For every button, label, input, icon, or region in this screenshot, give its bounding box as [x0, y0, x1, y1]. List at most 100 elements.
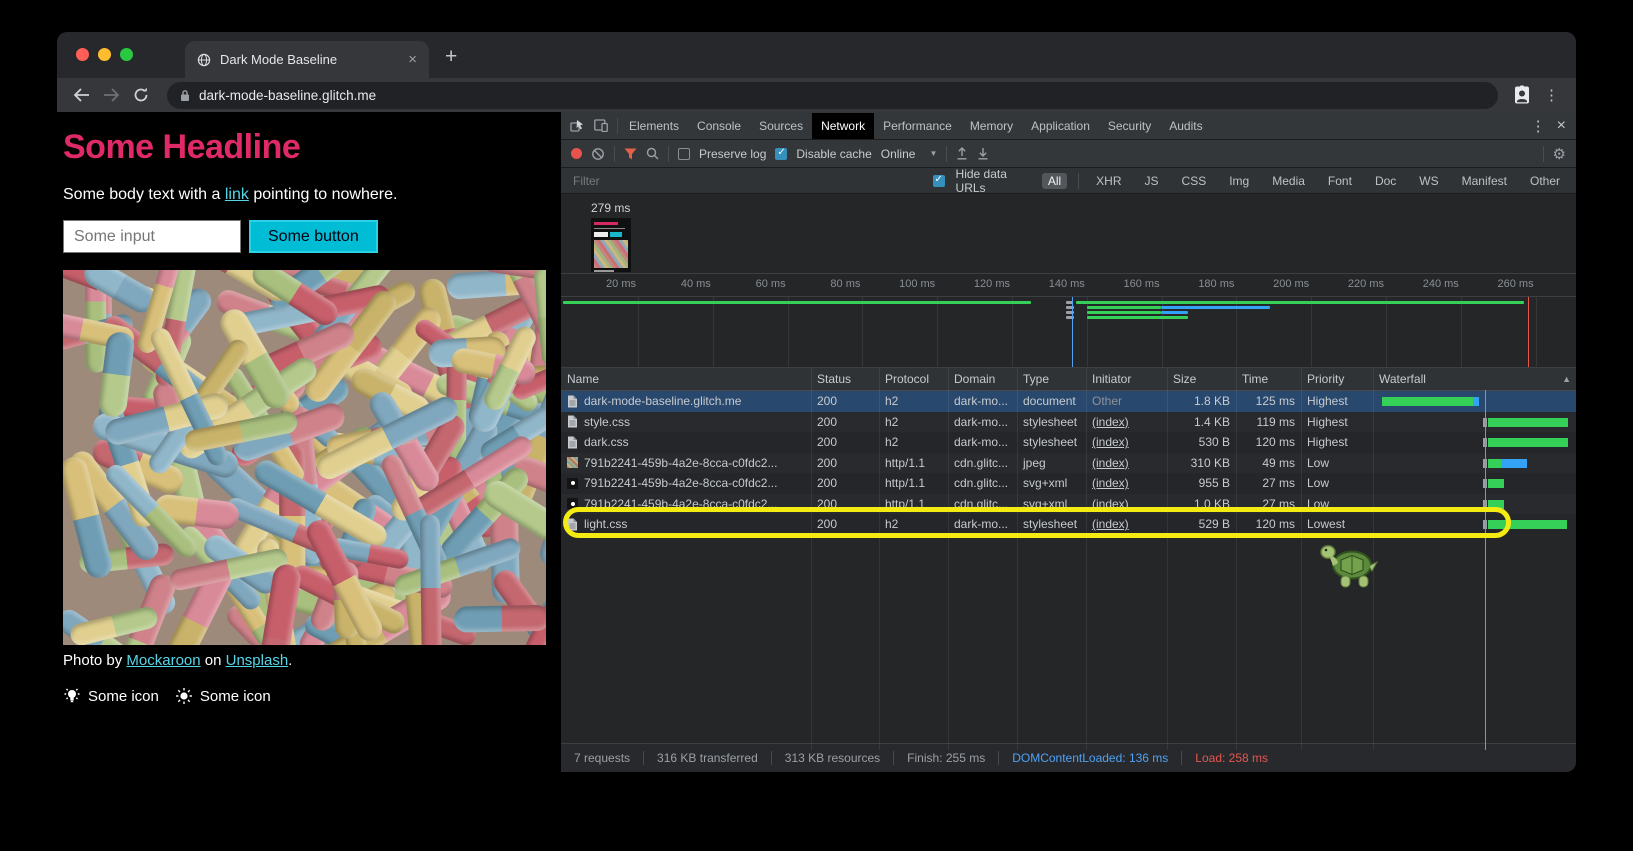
column-header-name[interactable]: Name	[561, 368, 811, 390]
forward-button[interactable]	[99, 83, 123, 107]
waterfall-bar-blue	[1473, 397, 1479, 406]
record-network-log-icon[interactable]	[571, 148, 582, 159]
overview-bar-green	[1087, 306, 1161, 309]
column-header-time[interactable]: Time	[1236, 368, 1301, 390]
column-header-priority[interactable]: Priority	[1301, 368, 1373, 390]
waterfall-cell[interactable]	[1373, 453, 1576, 474]
mockaroon-link[interactable]: Mockaroon	[126, 652, 200, 669]
filter-pill-js[interactable]: JS	[1139, 173, 1165, 189]
column-header-initiator[interactable]: Initiator	[1086, 368, 1167, 390]
cell-status: 200	[811, 391, 879, 412]
filter-pill-manifest[interactable]: Manifest	[1456, 173, 1513, 189]
initiator-link[interactable]: (index)	[1092, 415, 1129, 429]
network-filter-bar: Hide data URLs AllXHRJSCSSImgMediaFontDo…	[561, 168, 1576, 194]
gummy-worm	[419, 515, 441, 645]
table-row-791b2241-459b-4a2e-8cca-[interactable]: 791b2241-459b-4a2e-8cca-c0fdc2...200http…	[561, 453, 1576, 474]
network-filter-input[interactable]	[571, 173, 922, 189]
demo-button[interactable]: Some button	[249, 220, 378, 253]
devtools-tab-performance[interactable]: Performance	[874, 113, 961, 139]
devtools-tab-bar: ElementsConsoleSourcesNetworkPerformance…	[561, 112, 1576, 140]
maximize-window-button[interactable]	[120, 48, 133, 61]
demo-text-input[interactable]	[63, 220, 241, 253]
search-icon[interactable]	[646, 147, 659, 160]
filter-pill-font[interactable]: Font	[1322, 173, 1358, 189]
body-link[interactable]: link	[225, 186, 249, 203]
cell-status: 200	[811, 453, 879, 474]
devtools-menu-icon[interactable]: ⋮	[1531, 117, 1547, 135]
cell-protocol: http/1.1	[879, 453, 948, 474]
close-devtools-icon[interactable]: ×	[1557, 117, 1566, 135]
initiator-link[interactable]: (index)	[1092, 476, 1129, 490]
network-overview[interactable]	[561, 297, 1576, 368]
filter-funnel-icon[interactable]	[624, 148, 637, 160]
waterfall-cell[interactable]	[1373, 494, 1576, 515]
back-button[interactable]	[69, 83, 93, 107]
toolbar-separator	[946, 146, 947, 162]
column-header-status[interactable]: Status	[811, 368, 879, 390]
devtools-tab-audits[interactable]: Audits	[1160, 113, 1211, 139]
table-row-791b2241-459b-4a2e-8cca-[interactable]: 791b2241-459b-4a2e-8cca-c0fdc2...200http…	[561, 473, 1576, 494]
initiator-link[interactable]: (index)	[1092, 517, 1129, 531]
devtools-tab-security[interactable]: Security	[1099, 113, 1160, 139]
filmstrip-thumbnail[interactable]	[591, 218, 631, 272]
waterfall-cell[interactable]	[1373, 391, 1576, 412]
throttling-dropdown[interactable]: Online ▼	[881, 147, 938, 161]
new-tab-button[interactable]: +	[445, 46, 457, 67]
filter-pill-all[interactable]: All	[1042, 173, 1067, 189]
export-har-icon[interactable]	[977, 147, 989, 160]
disable-cache-checkbox[interactable]	[775, 148, 787, 160]
devtools-tab-sources[interactable]: Sources	[750, 113, 812, 139]
device-toolbar-icon[interactable]	[591, 119, 611, 132]
devtools-tab-strip: ElementsConsoleSourcesNetworkPerformance…	[620, 112, 1212, 139]
settings-gear-icon[interactable]: ⚙	[1553, 145, 1566, 163]
table-row-dark-mode-baseline.glitc[interactable]: dark-mode-baseline.glitch.me200h2dark-mo…	[561, 391, 1576, 412]
devtools-tab-application[interactable]: Application	[1022, 113, 1099, 139]
waterfall-cell[interactable]	[1373, 432, 1576, 453]
sort-arrow-icon[interactable]: ▲	[1562, 374, 1571, 384]
reload-button[interactable]	[129, 83, 153, 107]
browser-menu-icon[interactable]: ⋮	[1544, 86, 1560, 104]
filter-pill-doc[interactable]: Doc	[1369, 173, 1402, 189]
filter-pill-media[interactable]: Media	[1266, 173, 1311, 189]
devtools-tab-memory[interactable]: Memory	[961, 113, 1022, 139]
filter-pill-xhr[interactable]: XHR	[1090, 173, 1127, 189]
table-row-791b2241-459b-4a2e-8cca-[interactable]: 791b2241-459b-4a2e-8cca-c0fdc2...200http…	[561, 494, 1576, 515]
column-header-size[interactable]: Size	[1167, 368, 1236, 390]
waterfall-cell[interactable]	[1373, 514, 1576, 535]
table-row-style.css[interactable]: style.css200h2dark-mo...stylesheet(index…	[561, 412, 1576, 433]
import-har-icon[interactable]	[956, 147, 968, 160]
clear-network-log-icon[interactable]	[591, 147, 605, 161]
waterfall-cell[interactable]	[1373, 473, 1576, 494]
table-row-light.css[interactable]: light.css200h2dark-mo...stylesheet(index…	[561, 514, 1576, 535]
waterfall-cell[interactable]	[1373, 412, 1576, 433]
initiator-link[interactable]: (index)	[1092, 497, 1129, 511]
cell-priority: Highest	[1301, 412, 1373, 433]
cell-protocol: h2	[879, 514, 948, 535]
preserve-log-checkbox[interactable]	[678, 148, 690, 160]
column-header-type[interactable]: Type	[1017, 368, 1086, 390]
devtools-tab-console[interactable]: Console	[688, 113, 750, 139]
filter-pill-ws[interactable]: WS	[1413, 173, 1444, 189]
initiator-link[interactable]: (index)	[1092, 435, 1129, 449]
cell-domain: cdn.glitc...	[948, 473, 1017, 494]
devtools-tab-elements[interactable]: Elements	[620, 113, 688, 139]
close-window-button[interactable]	[76, 48, 89, 61]
column-header-protocol[interactable]: Protocol	[879, 368, 948, 390]
minimize-window-button[interactable]	[98, 48, 111, 61]
column-header-waterfall[interactable]: Waterfall▲	[1373, 368, 1576, 390]
profile-avatar-icon[interactable]	[1512, 85, 1532, 105]
devtools-tab-network[interactable]: Network	[812, 113, 874, 139]
inspect-element-icon[interactable]	[567, 119, 587, 133]
tab-close-icon[interactable]: ×	[408, 52, 417, 67]
initiator-link[interactable]: (index)	[1092, 456, 1129, 470]
column-header-domain[interactable]: Domain	[948, 368, 1017, 390]
hide-data-urls-checkbox[interactable]	[933, 175, 945, 187]
unsplash-link[interactable]: Unsplash	[226, 652, 289, 669]
filter-pill-other[interactable]: Other	[1524, 173, 1566, 189]
filter-pill-css[interactable]: CSS	[1176, 173, 1213, 189]
cell-priority: Highest	[1301, 432, 1373, 453]
browser-tab[interactable]: Dark Mode Baseline ×	[185, 41, 429, 78]
url-bar[interactable]: dark-mode-baseline.glitch.me	[167, 82, 1498, 109]
table-row-dark.css[interactable]: dark.css200h2dark-mo...stylesheet(index)…	[561, 432, 1576, 453]
filter-pill-img[interactable]: Img	[1223, 173, 1255, 189]
